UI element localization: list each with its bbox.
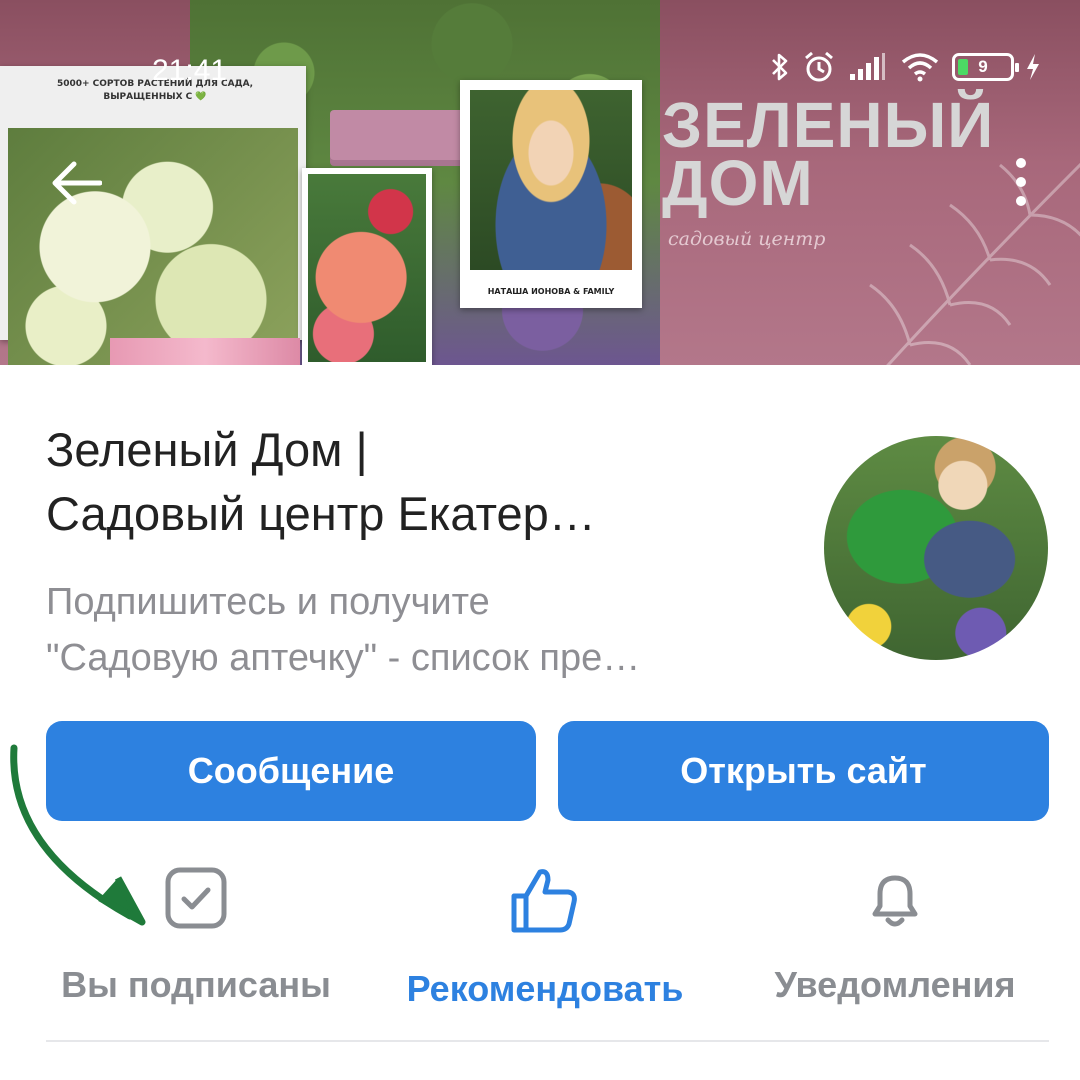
signal-icon [850,53,885,80]
founder-caption: НАТАША ИОНОВА & FAMILY [487,287,615,296]
green-heart-icon: 💚 [195,92,207,102]
charging-icon [1027,54,1039,80]
notifications-label: Уведомления [774,964,1016,1005]
community-status-line1: Подпишитесь и получите [46,581,490,623]
battery-level: 9 [978,57,988,76]
section-divider [46,1040,1049,1042]
community-avatar[interactable] [824,436,1048,660]
bluetooth-icon [772,53,788,81]
recommend-action[interactable]: Рекомендовать [392,866,698,1010]
community-title-line1: Зеленый Дом | [46,423,368,476]
community-status[interactable]: Подпишитесь и получите "Садовую аптечку"… [46,574,806,686]
notifications-action[interactable]: Уведомления [762,866,1028,1006]
brand-title: ЗЕЛЕНЫЙ ДОМ [662,89,995,219]
status-time: 21:41 [152,54,228,87]
thumbs-up-icon [511,869,577,933]
community-title-line2: Садовый центр Екатер… [46,487,596,540]
cover-card-hydrangea: 5000+ СОРТОВ РАСТЕНИЙ ДЛЯ САДА, ВЫРАЩЕНН… [0,66,306,365]
cover-pots [330,110,480,160]
cover-card-founder: НАТАША ИОНОВА & FAMILY [460,80,642,308]
brand-logo: ЗЕЛЕНЫЙ ДОМ садовый центр [662,89,995,250]
recommend-label: Рекомендовать [406,968,684,1009]
subscribed-label: Вы подписаны [61,964,331,1005]
founder-photo [470,90,632,270]
community-title: Зеленый Дом | Садовый центр Екатер… [46,418,806,546]
community-status-line2: "Садовую аптечку" - список пре… [46,637,641,679]
back-arrow-icon[interactable] [50,160,102,206]
alarm-icon [805,51,833,82]
brand-subtitle: садовый центр [668,228,826,250]
checkbox-checked-icon [165,867,227,929]
cover-card-peony [302,168,432,365]
wifi-icon [901,53,939,82]
bell-icon [872,875,918,927]
cover-card-flowers [110,338,300,365]
battery-icon: 9 [952,53,1019,81]
status-icons: 9 [770,50,1040,84]
open-site-button[interactable]: Открыть сайт [558,721,1049,821]
annotation-arrow-icon [10,744,146,926]
more-options-icon[interactable] [1016,158,1026,206]
